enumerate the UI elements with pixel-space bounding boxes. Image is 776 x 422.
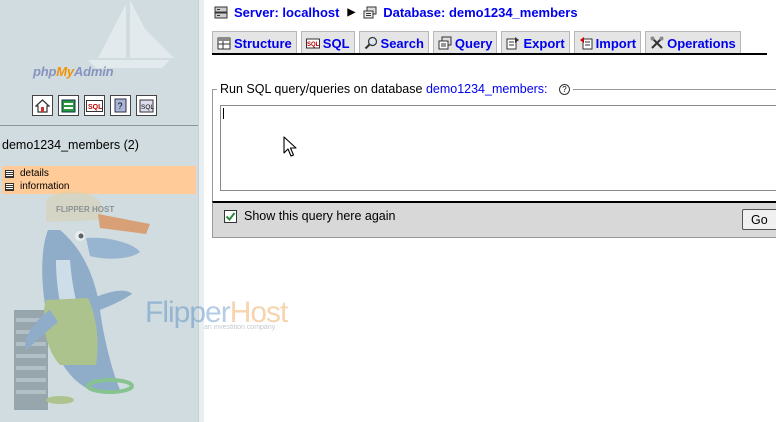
- tab-import[interactable]: Import: [573, 31, 642, 54]
- text-caret: [223, 108, 224, 119]
- chevron-right-icon: ▶: [347, 7, 356, 18]
- phpmyadmin-logo[interactable]: phpMyAdmin: [33, 64, 114, 79]
- query-window-icon[interactable]: [58, 95, 79, 116]
- operations-icon: [650, 36, 664, 49]
- divider: [0, 125, 198, 126]
- sql-query-textarea[interactable]: [220, 105, 776, 191]
- left-toolbar: SQL ? SQL: [32, 95, 157, 116]
- tab-label: Query: [454, 35, 493, 51]
- navigation-frame: phpMyAdmin SQL ? SQL demo1234_members (2…: [0, 0, 198, 422]
- svg-text:SQL: SQL: [141, 104, 154, 111]
- svg-text:SQL: SQL: [307, 42, 320, 48]
- tab-search[interactable]: Search: [358, 31, 429, 54]
- table-item-details[interactable]: details: [2, 167, 196, 180]
- table-icon: [5, 169, 14, 178]
- structure-icon: [217, 37, 231, 50]
- docs-icon[interactable]: SQL: [136, 95, 157, 116]
- export-icon: [506, 37, 520, 50]
- show-query-again-checkbox[interactable]: [224, 210, 237, 223]
- sql-query-legend: Run SQL query/queries on database demo12…: [217, 82, 573, 96]
- sql-icon: SQL: [305, 38, 320, 49]
- mouse-pointer-icon: [283, 136, 297, 157]
- breadcrumb-database[interactable]: Database: demo1234_members: [383, 5, 577, 20]
- tab-sql[interactable]: SQL SQL: [300, 31, 355, 54]
- breadcrumb-server[interactable]: Server: localhost: [234, 5, 340, 20]
- tab-label: Search: [380, 35, 424, 51]
- breadcrumb: Server: localhost ▶ Database: demo1234_m…: [214, 5, 578, 20]
- tab-export[interactable]: Export: [501, 31, 570, 54]
- tab-label: Import: [595, 35, 637, 51]
- svg-text:FLIPPER HOST: FLIPPER HOST: [56, 205, 114, 214]
- svg-text:SQL: SQL: [88, 104, 103, 111]
- database-icon: [363, 6, 377, 19]
- help-icon[interactable]: ?: [559, 84, 571, 96]
- legend-text: Run SQL query/queries on database: [220, 82, 423, 96]
- tab-structure[interactable]: Structure: [212, 31, 297, 54]
- sql-icon[interactable]: SQL: [84, 95, 105, 116]
- tab-bar: Structure SQL SQL Search Query Export Im…: [212, 31, 745, 54]
- sailboat-watermark-icon: [88, 0, 174, 68]
- flipperhost-tagline: an investition company: [204, 324, 276, 331]
- import-icon: [579, 37, 593, 50]
- tab-operations[interactable]: Operations: [645, 31, 741, 54]
- phpmyadmin-window: phpMyAdmin SQL ? SQL demo1234_members (2…: [0, 0, 776, 422]
- tab-label: Export: [523, 35, 565, 51]
- search-icon: [364, 36, 377, 50]
- tab-underline: [212, 53, 767, 55]
- database-link[interactable]: demo1234_members (2): [2, 138, 139, 152]
- tab-label: Structure: [234, 35, 292, 51]
- home-icon[interactable]: [32, 95, 53, 116]
- table-item-label: details: [20, 168, 49, 179]
- go-button[interactable]: Go: [742, 209, 776, 230]
- tab-query[interactable]: Query: [432, 31, 498, 54]
- frame-splitter[interactable]: [198, 0, 204, 422]
- help-icon[interactable]: ?: [110, 95, 131, 116]
- query-icon: [438, 36, 452, 50]
- checkmark-icon: [225, 212, 236, 222]
- svg-text:?: ?: [118, 101, 123, 111]
- tab-label: Operations: [667, 35, 736, 51]
- server-icon: [214, 6, 228, 19]
- tab-label: SQL: [322, 35, 350, 51]
- legend-database-link[interactable]: demo1234_members:: [426, 82, 548, 96]
- show-query-again-label[interactable]: Show this query here again: [244, 209, 395, 223]
